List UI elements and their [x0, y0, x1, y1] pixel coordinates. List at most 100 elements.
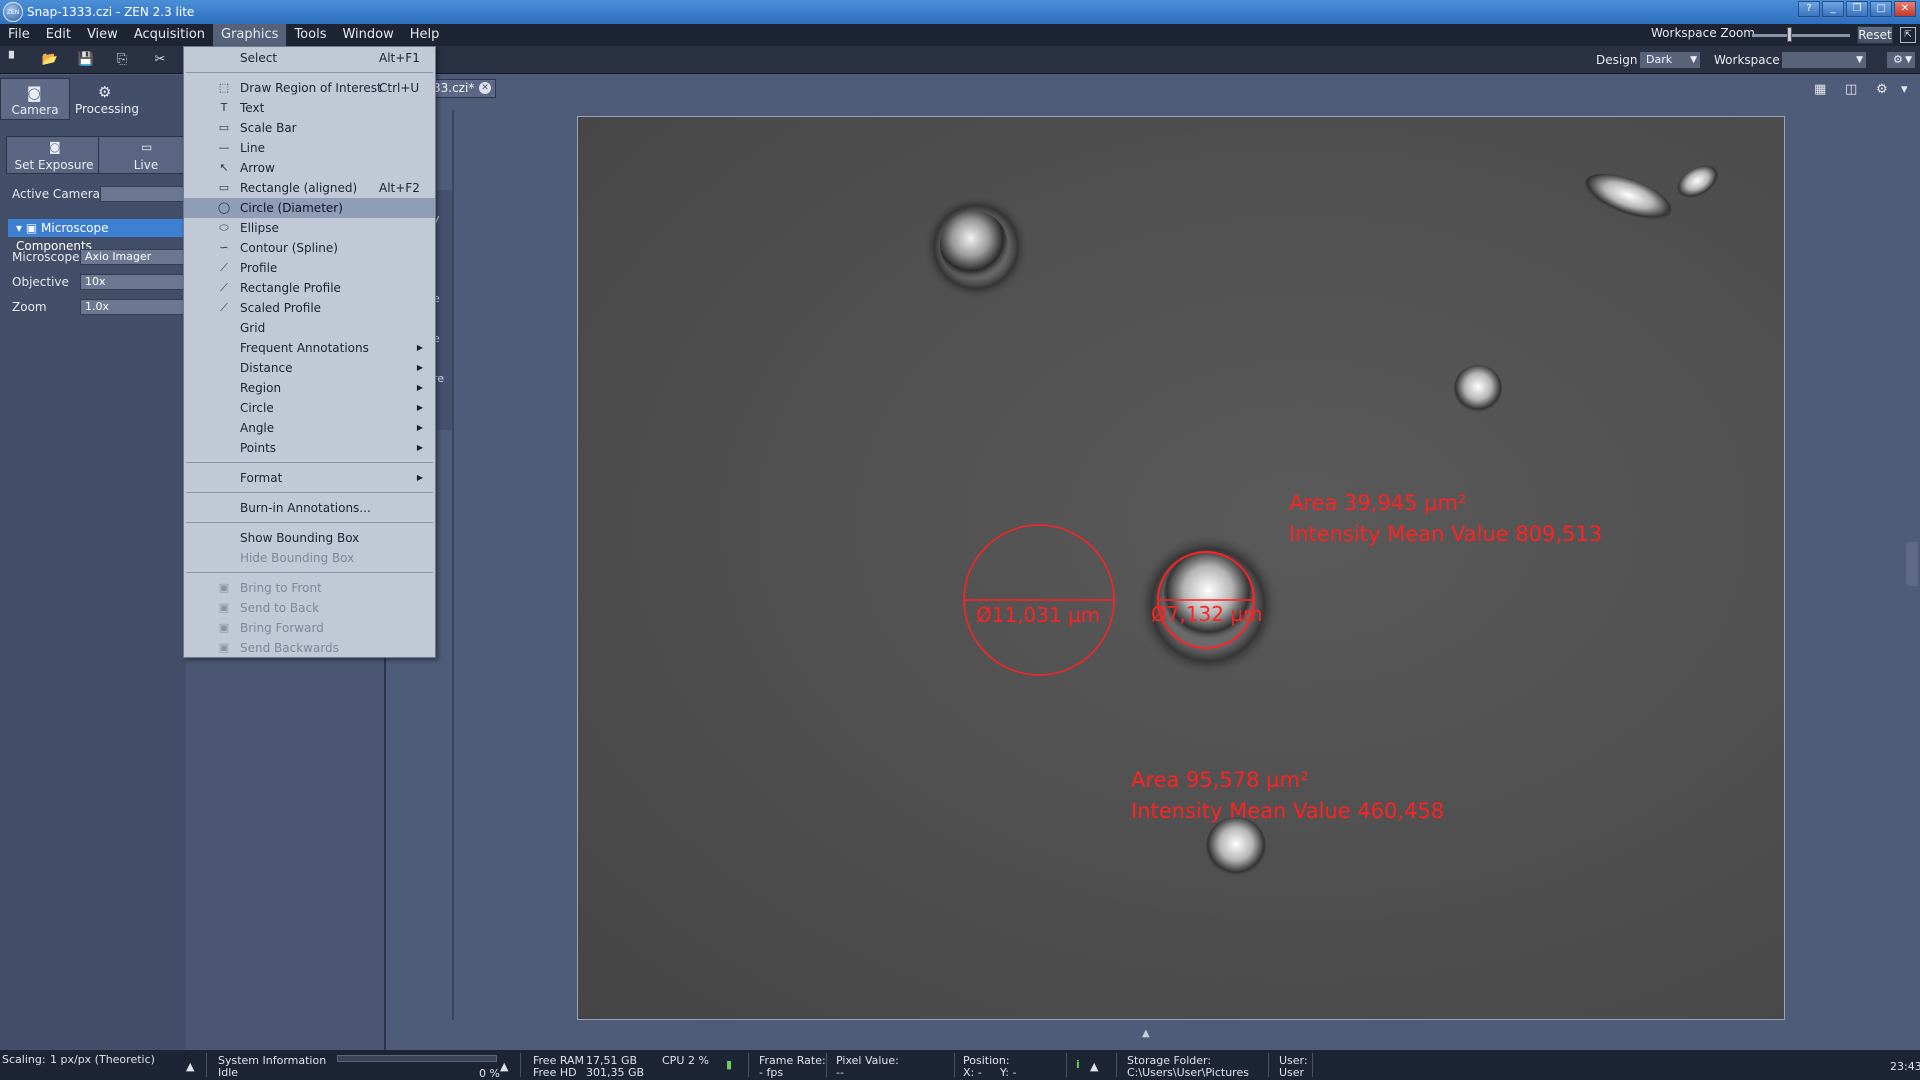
menu-item-rectangle-aligned[interactable]: ▭ Rectangle (aligned) Alt+F2 [184, 178, 435, 198]
menu-item-line[interactable]: — Line [184, 138, 435, 158]
objective-field[interactable]: 10x [80, 274, 190, 290]
chevron-up-icon[interactable]: ▲ [1142, 1028, 1150, 1039]
submenu-arrow-icon: ▶ [416, 473, 423, 482]
menu-item-region[interactable]: Region ▶ [184, 378, 435, 398]
chevron-up-icon[interactable]: ▲ [1090, 1060, 1098, 1073]
menu-item-burn-in-annotations[interactable]: Burn-in Annotations... [184, 498, 435, 518]
menu-item-show-bounding-box[interactable]: Show Bounding Box [184, 528, 435, 548]
menu-edit[interactable]: Edit [38, 24, 79, 46]
menu-separator [186, 72, 433, 73]
chevron-down-icon[interactable]: ▾ [1901, 82, 1908, 97]
menu-item-rectangle-profile[interactable]: ⟋ Rectangle Profile [184, 278, 435, 298]
menu-item-angle[interactable]: Angle ▶ [184, 418, 435, 438]
info-icon[interactable]: i [1076, 1058, 1080, 1071]
area-annotation[interactable]: Area 95,578 µm² Intensity Mean Value 460… [1131, 765, 1444, 827]
menu-item-label: Send Backwards [240, 641, 339, 655]
right-panel-handle[interactable] [1906, 542, 1918, 586]
close-button[interactable]: ✕ [1894, 1, 1916, 17]
menu-item-send-to-back: ▣ Send to Back [184, 598, 435, 618]
settings-dropdown[interactable]: ⚙ ▼ [1886, 51, 1916, 69]
window-title: Snap-1333.czi - ZEN 2.3 lite [27, 5, 195, 19]
menu-item-distance[interactable]: Distance ▶ [184, 358, 435, 378]
text-icon: T [220, 101, 228, 114]
cut-icon[interactable]: ✂ [150, 50, 170, 70]
tab-processing[interactable]: ⚙ Processing [72, 78, 142, 120]
gear-icon[interactable]: ⚙ [1876, 82, 1888, 97]
menu-item-arrow[interactable]: ↖ Arrow [184, 158, 435, 178]
new-document-icon[interactable]: ▘ [4, 50, 24, 70]
draw-region-of-interest-icon: ⬚ [218, 81, 230, 94]
collapse-triangle-icon: ▾ [16, 221, 23, 235]
reset-button[interactable]: Reset [1857, 26, 1893, 44]
menu-item-circle[interactable]: Circle ▶ [184, 398, 435, 418]
minimize-button[interactable]: _ [1822, 1, 1844, 17]
menu-item-frequent-annotations[interactable]: Frequent Annotations ▶ [184, 338, 435, 358]
profile-icon: ⟋ [220, 261, 228, 274]
storage-folder-value[interactable]: C:\Users\User\Pictures [1127, 1066, 1249, 1079]
restore-button[interactable]: ❐ [1846, 1, 1868, 17]
menu-file[interactable]: File [0, 24, 38, 46]
tab-camera[interactable]: ◙ Camera [0, 78, 70, 120]
split-view-icon[interactable]: ◫ [1845, 82, 1857, 97]
menu-view[interactable]: View [79, 24, 126, 46]
menu-item-contour-spline[interactable]: ∽ Contour (Spline) [184, 238, 435, 258]
chevron-up-icon[interactable]: ▲ [500, 1060, 508, 1073]
maximize-button[interactable]: □ [1870, 1, 1892, 17]
live-button[interactable]: ▭ Live [98, 136, 194, 174]
microscope-field[interactable]: Axio Imager [80, 249, 190, 265]
menu-item-format[interactable]: Format ▶ [184, 468, 435, 488]
menu-item-points[interactable]: Points ▶ [184, 438, 435, 458]
menu-acquisition[interactable]: Acquisition [126, 24, 213, 46]
camera-icon: ◙ [49, 140, 61, 154]
status-bar: Scaling: 1 px/px (Theoretic) ▲ System In… [0, 1050, 1920, 1080]
menu-item-text[interactable]: T Text [184, 98, 435, 118]
menu-tools[interactable]: Tools [286, 24, 334, 46]
cell [1454, 365, 1502, 413]
close-tab-icon[interactable]: ✕ [479, 82, 491, 94]
workspace-dropdown[interactable]: ▼ [1781, 51, 1867, 69]
menu-item-label: Draw Region of Interest [240, 81, 382, 95]
user-value: User [1279, 1066, 1305, 1079]
open-folder-icon[interactable]: 📂 [40, 50, 60, 70]
chevron-up-icon[interactable]: ▲ [186, 1060, 194, 1073]
menu-graphics[interactable]: Graphics [213, 24, 287, 46]
workspace-zoom-slider[interactable] [1752, 34, 1850, 37]
menu-item-profile[interactable]: ⟋ Profile [184, 258, 435, 278]
design-dropdown[interactable]: Dark ▼ [1639, 51, 1701, 69]
menu-item-scale-bar[interactable]: ▭ Scale Bar [184, 118, 435, 138]
divider [206, 1053, 207, 1077]
grid-view-icon[interactable]: ▦ [1814, 82, 1826, 97]
help-button[interactable]: ? [1798, 1, 1820, 17]
menu-item-label: Angle [240, 421, 275, 435]
menu-item-select[interactable]: Select Alt+F1 [184, 48, 435, 68]
secondary-panel-edge [452, 110, 454, 1020]
image-viewport[interactable]: Area 39,945 µm² Intensity Mean Value 809… [577, 116, 1785, 1020]
monitor-icon: ▭ [141, 140, 153, 154]
undock-icon[interactable]: ⇱ [1900, 27, 1916, 43]
diameter-label[interactable]: Ø11,031 µm [976, 603, 1100, 627]
menu-item-send-backwards: ▣ Send Backwards [184, 638, 435, 658]
save-icon[interactable]: 💾 [76, 50, 96, 70]
workspace-zoom-thumb[interactable] [1787, 27, 1792, 42]
divider [748, 1053, 749, 1077]
system-info-value: Idle [218, 1066, 239, 1079]
menu-item-scaled-profile[interactable]: ⟋ Scaled Profile [184, 298, 435, 318]
menu-item-circle-diameter[interactable]: ◯ Circle (Diameter) [184, 198, 435, 218]
menu-item-label: Circle [240, 401, 274, 415]
send-backwards-icon: ▣ [218, 641, 230, 654]
menu-item-draw-region-of-interest[interactable]: ⬚ Draw Region of Interest Ctrl+U [184, 78, 435, 98]
active-camera-field[interactable] [100, 186, 186, 202]
save-as-icon[interactable]: ⎘ [112, 50, 132, 70]
set-exposure-button[interactable]: ◙ Set Exposure [6, 136, 102, 174]
diameter-label[interactable]: Ø7,132 µm [1151, 602, 1263, 626]
menu-help[interactable]: Help [402, 24, 448, 46]
area-annotation[interactable]: Area 39,945 µm² Intensity Mean Value 809… [1289, 488, 1602, 550]
microscope-components-header[interactable]: ▾ ▣ Microscope Components [8, 219, 188, 253]
menu-item-grid[interactable]: Grid [184, 318, 435, 338]
chevron-down-icon: ▼ [1856, 55, 1863, 65]
menu-item-label: Bring to Front [240, 581, 322, 595]
menu-window[interactable]: Window [334, 24, 401, 46]
zoom-field[interactable]: 1.0x [80, 299, 190, 315]
menu-item-ellipse[interactable]: ⬭ Ellipse [184, 218, 435, 238]
menu-separator [186, 492, 433, 493]
